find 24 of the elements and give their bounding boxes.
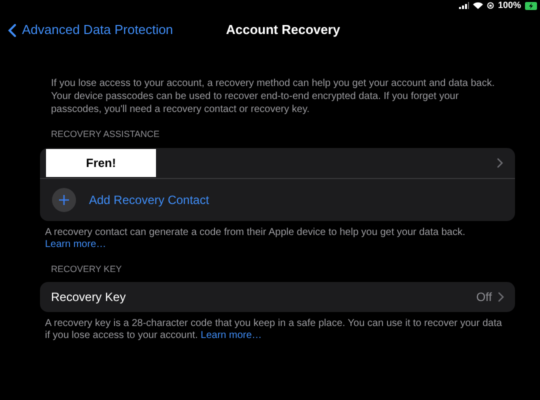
back-chevron-icon bbox=[8, 24, 16, 36]
section-header: RECOVERY KEY bbox=[51, 262, 123, 276]
wifi-icon bbox=[472, 2, 483, 9]
learn-more-link[interactable]: Learn more… bbox=[200, 330, 262, 341]
contact-row[interactable]: Fren! bbox=[40, 148, 515, 178]
plus-icon bbox=[52, 188, 76, 212]
name-label: Fren! bbox=[46, 148, 156, 176]
section-footer: A recovery key is a 28-character code that you keep in a safe place. You can use it to recover your data if you lose access to your account. Learn more… bbox=[45, 318, 505, 342]
back-button[interactable]: Advanced Data Protection bbox=[0, 20, 174, 40]
row-label: Recovery Key bbox=[51, 289, 127, 306]
chevron-icon bbox=[498, 292, 504, 302]
section-header: RECOVERY ASSISTANCE bbox=[51, 128, 161, 141]
section-footer: A recovery contact can generate a code from their Apple device to help you get your data back. Learn more… bbox=[45, 226, 505, 250]
add-contact-row[interactable]: Add Recovery Contact bbox=[40, 178, 515, 220]
recovery-key-row[interactable]: Recovery Key Off bbox=[40, 282, 515, 312]
learn-more-link[interactable]: Learn more… bbox=[45, 238, 106, 250]
add-contact-label: Add Recovery Contact bbox=[89, 192, 210, 208]
intro-text: If you lose access to your account, a recovery method can help you get your account and data back. Your device passcodes can be used to recover end-to-end encrypted data. If you forget your passcodes, you'll need a recovery contact or recovery key. bbox=[51, 77, 496, 116]
signal-icon bbox=[458, 2, 469, 9]
chevron-icon bbox=[497, 158, 503, 168]
row-value: Off bbox=[476, 289, 492, 306]
lock-rotation-icon bbox=[486, 2, 494, 9]
battery-percent: 100% bbox=[498, 1, 521, 10]
page-title: Account Recovery bbox=[226, 21, 340, 40]
